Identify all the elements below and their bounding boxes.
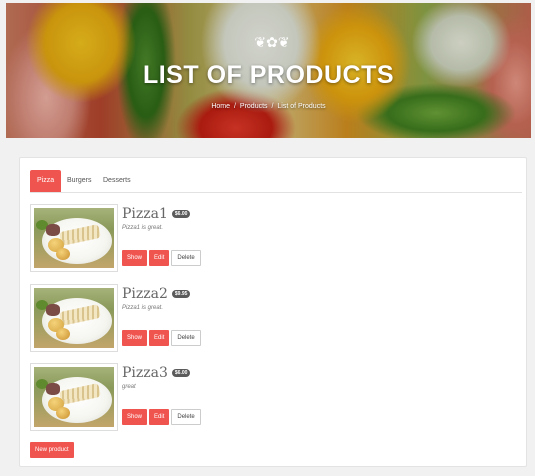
tab-burgers[interactable]: Burgers <box>60 170 99 192</box>
show-button[interactable]: Show <box>122 409 148 425</box>
price-badge: $9.95 <box>171 290 191 298</box>
edit-button[interactable]: Edit <box>149 409 170 425</box>
breadcrumb-separator: / <box>234 103 236 110</box>
product-image[interactable] <box>30 363 118 431</box>
product-item: Pizza1 $6.00 Pizza1 is great. Show Edit Del… <box>30 204 510 274</box>
delete-button[interactable]: Delete <box>171 250 201 266</box>
product-actions: Show Edit Delete <box>122 405 203 425</box>
product-name-text: Pizza1 <box>122 206 168 222</box>
product-actions: Show Edit Delete <box>122 246 203 266</box>
product-item: Pizza3 $6.00 great Show Edit Delete <box>30 363 510 433</box>
price-badge: $6.00 <box>171 210 191 218</box>
product-image[interactable] <box>30 204 118 272</box>
edit-button[interactable]: Edit <box>149 330 170 346</box>
breadcrumb-products[interactable]: Products <box>240 103 268 110</box>
edit-button[interactable]: Edit <box>149 250 170 266</box>
product-image[interactable] <box>30 284 118 352</box>
price-badge: $6.00 <box>171 369 191 377</box>
product-name-text: Pizza2 <box>122 286 168 302</box>
product-name-text: Pizza3 <box>122 365 168 381</box>
product-description: great <box>122 384 136 390</box>
product-name: Pizza2 $9.95 <box>122 286 191 302</box>
breadcrumb-current: List of Products <box>277 103 326 110</box>
tab-desserts[interactable]: Desserts <box>96 170 138 192</box>
breadcrumb: Home / Products / List of Products <box>6 103 531 110</box>
product-description: Pizza1 is great. <box>122 305 164 311</box>
page-title: LIST OF PRODUCTS <box>142 61 395 89</box>
product-name: Pizza3 $6.00 <box>122 365 191 381</box>
tab-pizza[interactable]: Pizza <box>30 170 62 192</box>
product-item: Pizza2 $9.95 Pizza1 is great. Show Edit Del… <box>30 284 510 354</box>
product-name: Pizza1 $6.00 <box>122 206 191 222</box>
product-description: Pizza1 is great. <box>122 225 164 231</box>
products-panel: Pizza Burgers Desserts Pizza1 $6.00 Pizza… <box>19 157 527 467</box>
breadcrumb-separator: / <box>271 103 274 110</box>
new-product-button[interactable]: New product <box>30 442 74 458</box>
delete-button[interactable]: Delete <box>171 409 201 425</box>
breadcrumb-home[interactable]: Home <box>211 103 230 110</box>
show-button[interactable]: Show <box>122 330 148 346</box>
delete-button[interactable]: Delete <box>171 330 201 346</box>
show-button[interactable]: Show <box>122 250 148 266</box>
hero-banner: ❦✿❦ LIST OF PRODUCTS Home / Products / L… <box>6 3 531 138</box>
category-tabs: Pizza Burgers Desserts <box>30 170 522 193</box>
product-actions: Show Edit Delete <box>122 326 203 346</box>
ornament-icon: ❦✿❦ <box>254 35 290 51</box>
